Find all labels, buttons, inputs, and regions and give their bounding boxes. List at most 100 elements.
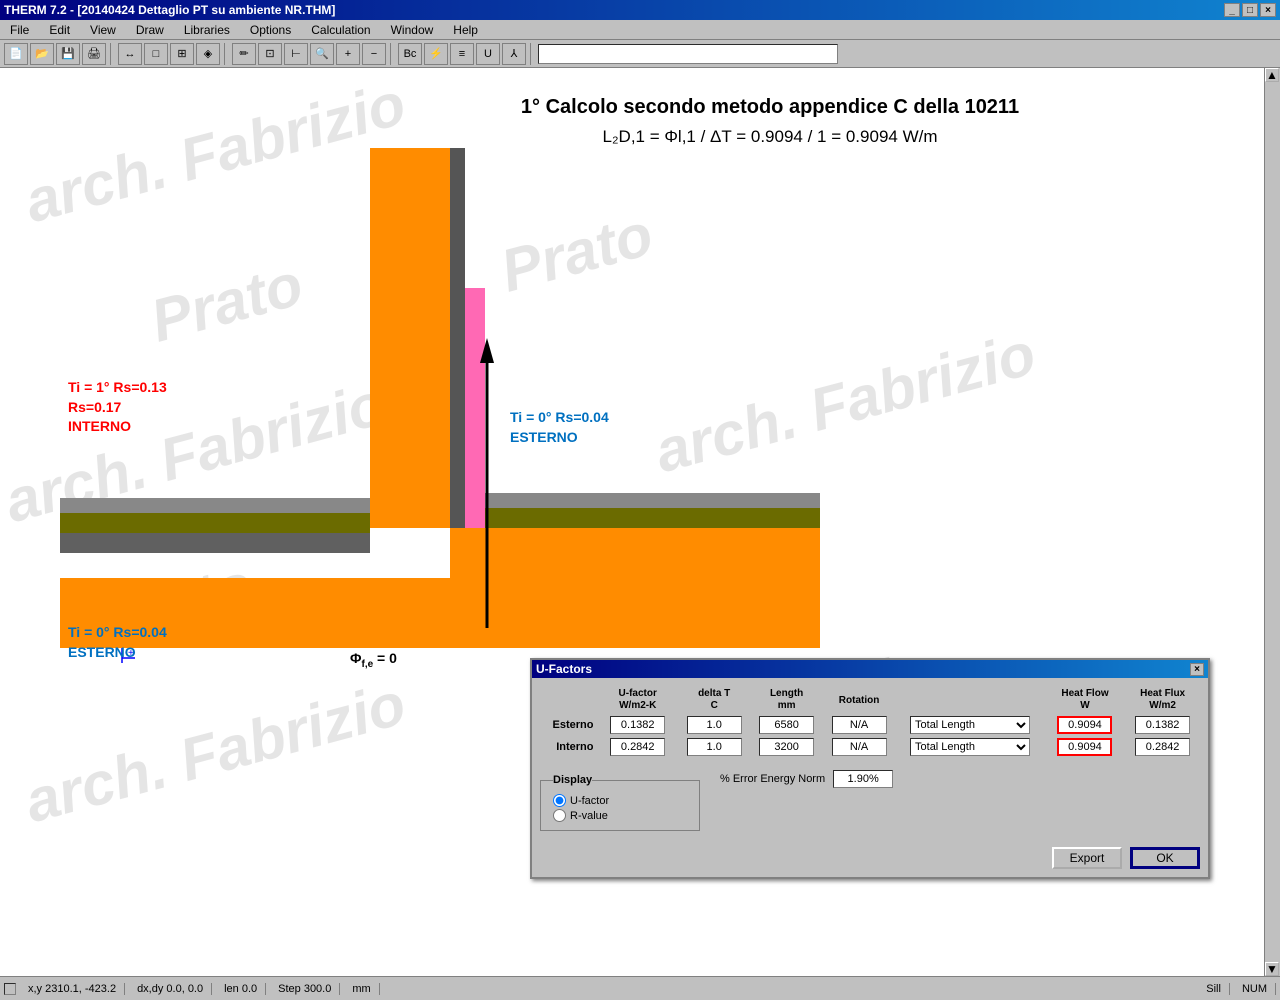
tool-10[interactable]: − bbox=[362, 43, 386, 65]
row-esterno-heatflow bbox=[1045, 714, 1125, 736]
menu-options[interactable]: Options bbox=[244, 21, 297, 39]
esterno-heatflow-input[interactable] bbox=[1057, 716, 1112, 734]
watermark5: arch. Fabrizio bbox=[18, 669, 413, 837]
print-button[interactable]: 🖨 bbox=[82, 43, 106, 65]
title-bar: THERM 7.2 - [20140424 Dettaglio PT su am… bbox=[0, 0, 1280, 20]
floor-right-olive bbox=[485, 508, 820, 528]
restore-button[interactable]: □ bbox=[1242, 3, 1258, 17]
col-header-deltat: delta TC bbox=[678, 686, 750, 714]
status-coords: x,y 2310.1, -423.2 bbox=[20, 983, 125, 995]
close-button[interactable]: × bbox=[1260, 3, 1276, 17]
ufactors-dialog: U-Factors × U-factorW/m2-K delta TC Leng… bbox=[530, 658, 1210, 879]
row-interno-rotation bbox=[823, 736, 895, 758]
esterno-rotation-input[interactable] bbox=[832, 716, 887, 734]
new-button[interactable]: 📄 bbox=[4, 43, 28, 65]
col-header-heatflux: Heat FluxW/m2 bbox=[1125, 686, 1200, 714]
interno-type-select[interactable]: Total Length bbox=[910, 738, 1030, 756]
error-input[interactable] bbox=[833, 770, 893, 788]
scroll-up-button[interactable]: ▲ bbox=[1265, 68, 1279, 82]
canvas-area[interactable]: arch. Fabrizio Prato arch. Fabrizio Prat… bbox=[0, 68, 1280, 976]
label-esterno2: Ti = 0° Rs=0.04 ESTERNO bbox=[68, 623, 167, 662]
interno-ufactor-input[interactable] bbox=[610, 738, 665, 756]
toolbar: 📄 📂 💾 🖨 ↔ □ ⊞ ◈ ✏ ⊡ ⊢ 🔍 + − Bc ⚡ ≡ U ⅄ bbox=[0, 40, 1280, 68]
tool-3[interactable]: ⊞ bbox=[170, 43, 194, 65]
menu-draw[interactable]: Draw bbox=[130, 21, 170, 39]
tool-2[interactable]: □ bbox=[144, 43, 168, 65]
label-phi: Φf,e = 0 bbox=[350, 650, 397, 670]
minimize-button[interactable]: _ bbox=[1224, 3, 1240, 17]
vertical-scrollbar[interactable]: ▲ ▼ bbox=[1264, 68, 1280, 976]
scroll-down-button[interactable]: ▼ bbox=[1265, 962, 1279, 976]
toolbar-search-input[interactable] bbox=[538, 44, 838, 64]
label-esterno2-name: ESTERNO bbox=[68, 643, 167, 663]
bc-tool2[interactable]: ⚡ bbox=[424, 43, 448, 65]
interno-heatflux-input[interactable] bbox=[1135, 738, 1190, 756]
tool-4[interactable]: ◈ bbox=[196, 43, 220, 65]
label-interno-name: INTERNO bbox=[68, 417, 167, 437]
dialog-close-button[interactable]: × bbox=[1190, 663, 1204, 676]
interno-length-input[interactable] bbox=[759, 738, 814, 756]
ok-button[interactable]: OK bbox=[1130, 847, 1200, 869]
bc-tool[interactable]: Bc bbox=[398, 43, 422, 65]
tool-1[interactable]: ↔ bbox=[118, 43, 142, 65]
status-step: Step 300.0 bbox=[270, 983, 340, 995]
menu-view[interactable]: View bbox=[84, 21, 122, 39]
menu-window[interactable]: Window bbox=[385, 21, 440, 39]
radio-rvalue-row: R-value bbox=[553, 809, 687, 822]
bc-tool5[interactable]: ⅄ bbox=[502, 43, 526, 65]
separator1 bbox=[110, 43, 114, 65]
floor-orange-right bbox=[450, 528, 820, 578]
row-esterno-deltat bbox=[678, 714, 750, 736]
menu-libraries[interactable]: Libraries bbox=[178, 21, 236, 39]
radio-ufactor-row: U-factor bbox=[553, 794, 687, 807]
status-len: len 0.0 bbox=[216, 983, 266, 995]
display-section: Display U-factor R-value bbox=[540, 774, 700, 831]
col-header-rotation: Rotation bbox=[823, 686, 895, 714]
row-esterno-type: Total Length bbox=[895, 714, 1044, 736]
label-interno: Ti = 1° Rs=0.13 Rs=0.17 INTERNO bbox=[68, 378, 167, 437]
title-text: THERM 7.2 - [20140424 Dettaglio PT su am… bbox=[4, 3, 335, 17]
row-interno-type: Total Length bbox=[895, 736, 1044, 758]
interno-heatflow-input[interactable] bbox=[1057, 738, 1112, 756]
dialog-buttons: Export OK bbox=[540, 847, 1200, 869]
esterno-ufactor-input[interactable] bbox=[610, 716, 665, 734]
row-interno-heatflux bbox=[1125, 736, 1200, 758]
floor-right-gray2 bbox=[485, 493, 820, 508]
radio-rvalue[interactable] bbox=[553, 809, 566, 822]
label-esterno1-name: ESTERNO bbox=[510, 428, 609, 448]
save-button[interactable]: 💾 bbox=[56, 43, 80, 65]
esterno-type-select[interactable]: Total Length bbox=[910, 716, 1030, 734]
export-button[interactable]: Export bbox=[1052, 847, 1122, 869]
radio-ufactor[interactable] bbox=[553, 794, 566, 807]
tool-7[interactable]: ⊢ bbox=[284, 43, 308, 65]
bc-tool4[interactable]: U bbox=[476, 43, 500, 65]
tool-8[interactable]: 🔍 bbox=[310, 43, 334, 65]
row-esterno-length bbox=[750, 714, 822, 736]
menu-help[interactable]: Help bbox=[447, 21, 484, 39]
separator2 bbox=[224, 43, 228, 65]
status-bar: x,y 2310.1, -423.2 dx,dy 0.0, 0.0 len 0.… bbox=[0, 976, 1280, 1000]
esterno-deltat-input[interactable] bbox=[687, 716, 742, 734]
esterno-heatflux-input[interactable] bbox=[1135, 716, 1190, 734]
status-unit: mm bbox=[344, 983, 379, 995]
menu-file[interactable]: File bbox=[4, 21, 35, 39]
open-button[interactable]: 📂 bbox=[30, 43, 54, 65]
bc-tool3[interactable]: ≡ bbox=[450, 43, 474, 65]
cross-section-drawing: + bbox=[60, 148, 820, 688]
wall-strip-dark bbox=[450, 148, 465, 528]
status-nav-button[interactable] bbox=[4, 983, 16, 995]
interno-deltat-input[interactable] bbox=[687, 738, 742, 756]
interno-rotation-input[interactable] bbox=[832, 738, 887, 756]
tool-9[interactable]: + bbox=[336, 43, 360, 65]
status-dxdy: dx,dy 0.0, 0.0 bbox=[129, 983, 212, 995]
menu-calculation[interactable]: Calculation bbox=[305, 21, 376, 39]
table-row-esterno: Esterno Total Length bbox=[540, 714, 1200, 736]
label-interno-temp: Ti = 1° Rs=0.13 bbox=[68, 378, 167, 398]
tool-5[interactable]: ✏ bbox=[232, 43, 256, 65]
tool-6[interactable]: ⊡ bbox=[258, 43, 282, 65]
menu-edit[interactable]: Edit bbox=[43, 21, 76, 39]
error-label: % Error Energy Norm bbox=[720, 773, 825, 785]
row-esterno-ufactor bbox=[597, 714, 677, 736]
wall-orange-main bbox=[370, 148, 450, 528]
esterno-length-input[interactable] bbox=[759, 716, 814, 734]
